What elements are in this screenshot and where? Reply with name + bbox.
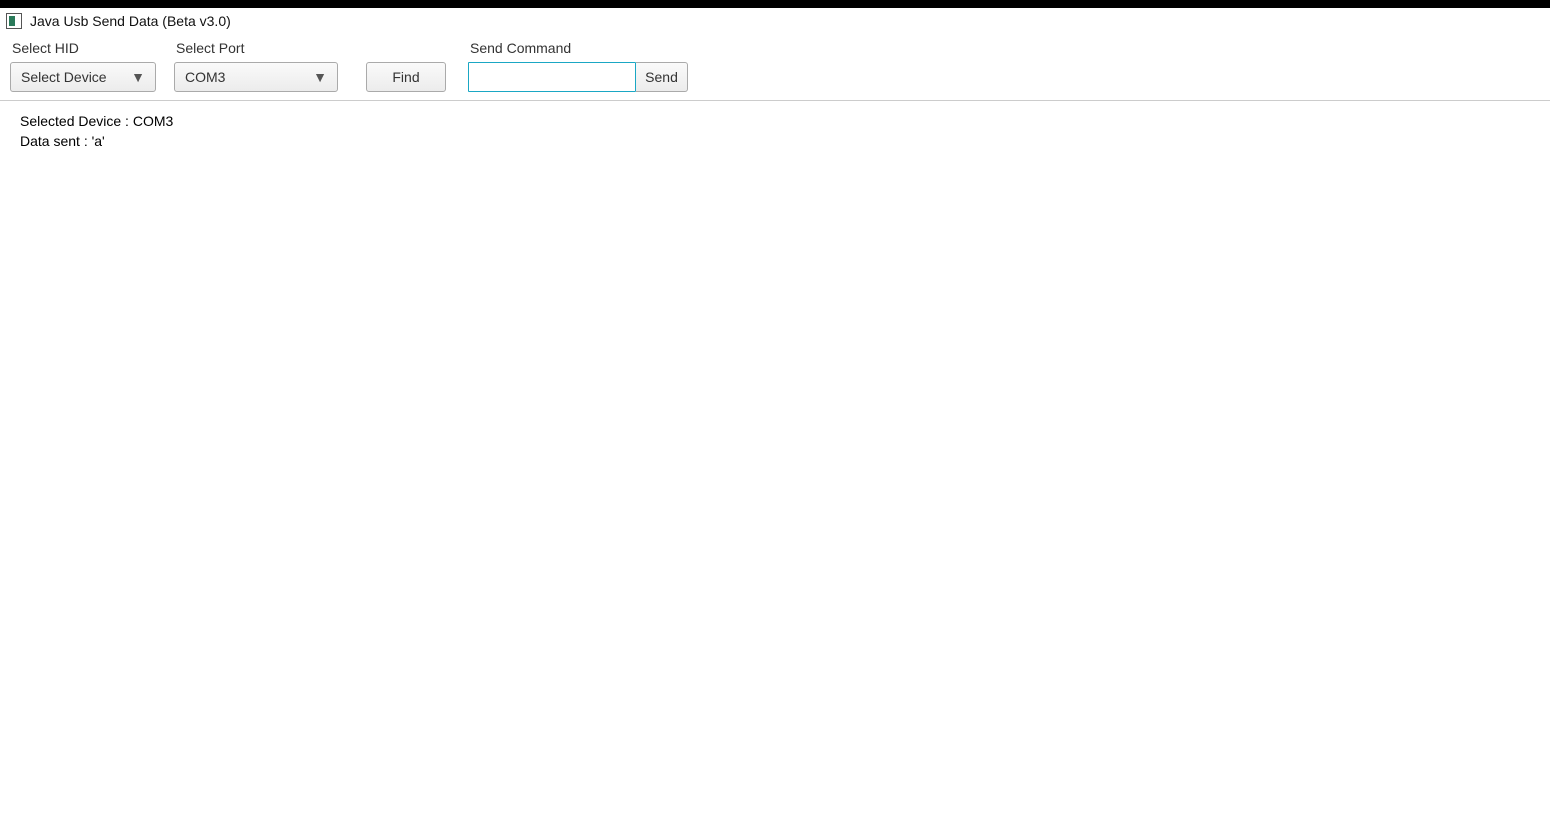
find-button[interactable]: Find [366,62,446,92]
send-button[interactable]: Send [636,62,688,92]
window-top-border [0,0,1550,8]
app-icon [6,13,22,29]
select-port-label: Select Port [174,40,338,56]
command-input[interactable] [468,62,636,92]
select-hid-group: Select HID Select Device ▼ [10,40,156,92]
toolbar: Select HID Select Device ▼ Select Port C… [0,34,1550,101]
select-hid-value: Select Device [21,69,107,85]
select-hid-dropdown[interactable]: Select Device ▼ [10,62,156,92]
select-port-value: COM3 [185,69,225,85]
select-port-dropdown[interactable]: COM3 ▼ [174,62,338,92]
chevron-down-icon: ▼ [131,69,145,85]
output-line: Data sent : 'a' [20,131,1530,151]
chevron-down-icon: ▼ [313,69,327,85]
output-line: Selected Device : COM3 [20,111,1530,131]
send-command-group: Send Command Send [468,40,688,92]
find-group: . Find [366,40,446,92]
window-title: Java Usb Send Data (Beta v3.0) [30,13,231,29]
send-command-label: Send Command [468,40,688,56]
output-area: Selected Device : COM3 Data sent : 'a' [0,101,1550,162]
select-hid-label: Select HID [10,40,156,56]
titlebar: Java Usb Send Data (Beta v3.0) [0,8,1550,34]
select-port-group: Select Port COM3 ▼ [174,40,338,92]
